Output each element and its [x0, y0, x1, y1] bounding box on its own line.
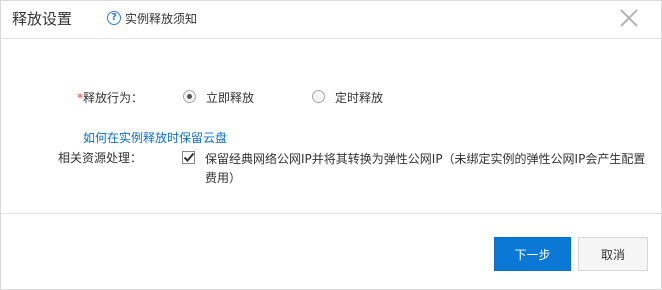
keep-eip-checkbox[interactable] — [182, 151, 195, 164]
checkmark-icon — [183, 152, 195, 162]
release-behavior-label: *释放行为： — [77, 90, 143, 106]
release-behavior-label-text: 释放行为： — [83, 91, 144, 105]
dialog-footer-divider — [1, 213, 661, 214]
radio-selected-dot — [187, 94, 192, 99]
related-resources-label: 相关资源处理： — [58, 151, 143, 165]
cancel-button[interactable]: 取消 — [578, 237, 648, 271]
radio-scheduled-release[interactable] — [312, 90, 325, 103]
release-notice-link[interactable]: 实例释放须知 — [125, 11, 197, 27]
radio-scheduled-release-label[interactable]: 定时释放 — [335, 90, 383, 106]
dialog-title: 释放设置 — [12, 10, 73, 28]
radio-immediate-release[interactable] — [183, 90, 196, 103]
radio-immediate-release-label[interactable]: 立即释放 — [206, 90, 254, 106]
question-circle-icon[interactable]: ? — [107, 11, 121, 25]
dialog-header: 释放设置 ? 实例释放须知 — [1, 1, 661, 39]
close-icon[interactable] — [618, 7, 640, 29]
next-step-button[interactable]: 下一步 — [494, 237, 571, 271]
keep-disk-help-link[interactable]: 如何在实例释放时保留云盘 — [83, 130, 227, 146]
release-settings-dialog: 释放设置 ? 实例释放须知 *释放行为： 立即释放 定时释放 如何在实例释放时保… — [0, 0, 662, 290]
keep-eip-checkbox-label[interactable]: 保留经典网络公网IP并将其转换为弹性公网IP（未绑定实例的弹性公网IP会产生配置… — [205, 150, 655, 188]
